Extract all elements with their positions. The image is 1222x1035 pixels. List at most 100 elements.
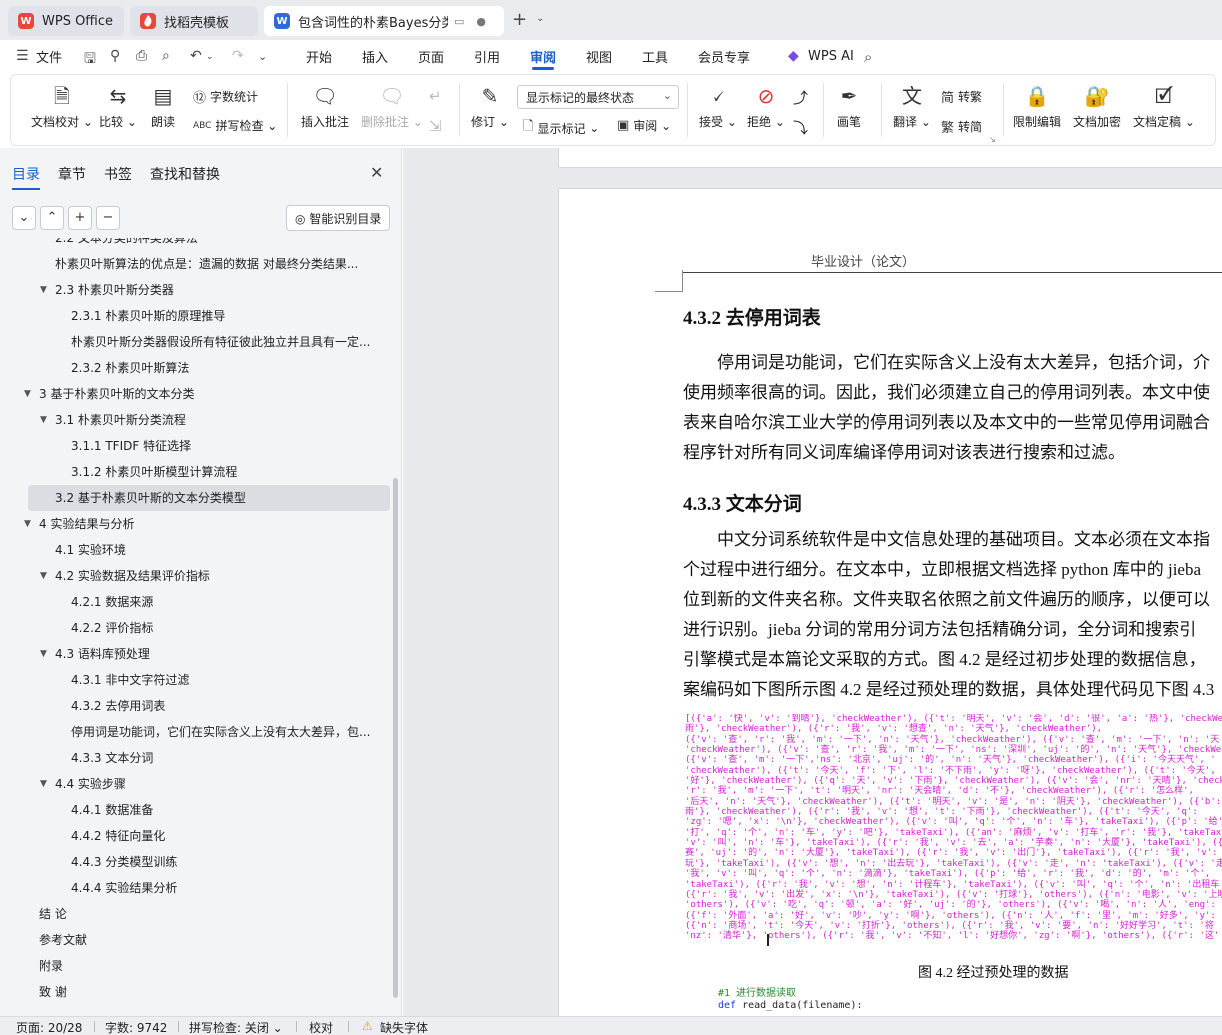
read-aloud-button[interactable]: ▤ 朗读 xyxy=(151,83,175,130)
toc-item[interactable]: 附录 xyxy=(0,953,392,979)
toc-item[interactable]: 朴素贝叶斯分类器假设所有特征彼此独立并且具有一定... xyxy=(0,329,392,355)
nav-tab-sections[interactable]: 章节 xyxy=(58,164,86,184)
toc-item[interactable]: 4.3.1 非中文字符过滤 xyxy=(0,667,392,693)
collapse-caret-icon[interactable]: ▼ xyxy=(40,277,47,303)
menu-review[interactable]: 审阅 xyxy=(530,40,556,72)
expand-corner-icon[interactable]: ↘ xyxy=(989,135,996,144)
add-heading-button[interactable]: + xyxy=(68,206,92,230)
tab-wps-office[interactable]: W WPS Office xyxy=(8,6,124,36)
toc-item[interactable]: 4.4.1 数据准备 xyxy=(0,797,392,823)
spell-check-button[interactable]: ABC 拼写检查 ⌄ xyxy=(193,117,277,134)
nav-tab-find-replace[interactable]: 查找和替换 xyxy=(150,164,220,184)
hamburger-menu-icon[interactable]: ☰ xyxy=(16,48,29,64)
toc-item[interactable]: 3.1.1 TFIDF 特征选择 xyxy=(0,433,392,459)
toc-item[interactable]: 结 论 xyxy=(0,901,392,927)
markup-state-dropdown[interactable]: 显示标记的最终状态 ⌄ xyxy=(517,85,679,109)
search-icon[interactable]: ⌕ xyxy=(864,48,872,66)
toc-item[interactable]: 2.3.1 朴素贝叶斯的原理推导 xyxy=(0,303,392,329)
collapse-caret-icon[interactable]: ▼ xyxy=(40,641,47,667)
review-pane-button[interactable]: ▣ 审阅 ⌄ xyxy=(617,117,671,134)
link-icon[interactable]: ⚲ xyxy=(110,48,120,64)
toc-item[interactable]: 2.3.2 朴素贝叶斯算法 xyxy=(0,355,392,381)
prev-comment-icon[interactable]: ↵ xyxy=(429,87,442,105)
document-canvas[interactable]: 毕业设计（论文） 4.3.2 去停用词表 停用词是功能词，它们在实际含义上没有太… xyxy=(403,148,1222,1016)
next-change-icon[interactable]: ⤵ xyxy=(793,117,808,138)
undo-dropdown-icon[interactable]: ⌄ xyxy=(206,52,214,62)
word-count-indicator[interactable]: 字数: 9742 xyxy=(105,1019,167,1035)
toc-item[interactable]: ▼ 4.4 实验步骤 xyxy=(0,771,392,797)
toc-scrollbar[interactable] xyxy=(393,478,398,998)
smart-toc-button[interactable]: ◎ 智能识别目录 xyxy=(286,205,390,231)
toc-item[interactable]: ▼ 3.1 朴素贝叶斯分类流程 xyxy=(0,407,392,433)
toc-item[interactable]: 4.1 实验环境 xyxy=(0,537,392,563)
next-comment-icon[interactable]: ⇲ xyxy=(429,117,442,135)
doc-check-button[interactable]: 🗎 文档校对 ⌄ xyxy=(31,83,93,130)
collapse-caret-icon[interactable]: ▼ xyxy=(24,511,31,537)
toc-item[interactable]: ▼ 4 实验结果与分析 xyxy=(0,511,392,537)
collapse-caret-icon[interactable]: ▼ xyxy=(40,771,47,797)
save-icon[interactable]: 🖫 xyxy=(84,48,96,72)
new-tab-plus-icon[interactable]: + xyxy=(512,9,527,30)
accept-button[interactable]: 🗸 接受 ⌄ xyxy=(699,83,737,130)
toc-item[interactable]: ▼ 4.2 实验数据及结果评价指标 xyxy=(0,563,392,589)
translate-button[interactable]: 文 翻译 ⌄ xyxy=(893,83,931,130)
to-simplified-button[interactable]: 繁转简 xyxy=(941,117,982,136)
proofread-indicator[interactable]: 校对 xyxy=(309,1019,333,1035)
finalize-button[interactable]: 🗹 文档定稿 ⌄ xyxy=(1133,83,1195,130)
prev-change-icon[interactable]: ⤴ xyxy=(793,87,808,108)
nav-tab-bookmarks[interactable]: 书签 xyxy=(104,164,132,184)
toc-item[interactable]: ▼ 2.3 朴素贝叶斯分类器 xyxy=(0,277,392,303)
menu-home[interactable]: 开始 xyxy=(306,40,332,72)
more-chevron-icon[interactable]: ⌄ xyxy=(258,50,267,63)
menu-references[interactable]: 引用 xyxy=(474,40,500,72)
window-icon[interactable]: ▭ xyxy=(454,15,464,28)
toc-item[interactable]: 参考文献 xyxy=(0,927,392,953)
toc-item[interactable]: 3.2 基于朴素贝叶斯的文本分类模型 xyxy=(28,485,390,511)
menu-view[interactable]: 视图 xyxy=(586,40,612,72)
collapse-caret-icon[interactable]: ▼ xyxy=(40,563,47,589)
spell-check-indicator[interactable]: 拼写检查: 关闭 ⌄ xyxy=(189,1019,283,1035)
print-preview-icon[interactable]: ⌕ xyxy=(162,48,170,64)
word-count-button[interactable]: ⑫ 字数统计 xyxy=(193,87,258,106)
missing-font-indicator[interactable]: 缺失字体 xyxy=(380,1019,428,1035)
toc-item[interactable]: 3.1.2 朴素贝叶斯模型计算流程 xyxy=(0,459,392,485)
to-traditional-button[interactable]: 简转繁 xyxy=(941,87,982,106)
toc-item[interactable]: 4.2.1 数据来源 xyxy=(0,589,392,615)
tab-dot-icon[interactable]: ● xyxy=(476,15,486,28)
toc-item[interactable]: 停用词是功能词，它们在实际含义上没有太大差异，包... xyxy=(0,719,392,745)
toc-item[interactable]: 4.3.2 去停用词表 xyxy=(0,693,392,719)
tab-docer-templates[interactable]: 找稻壳模板 xyxy=(130,6,258,36)
insert-comment-button[interactable]: 🗨 插入批注 xyxy=(301,83,349,130)
toc-item[interactable]: 4.2.2 评价指标 xyxy=(0,615,392,641)
pen-button[interactable]: ✒ 画笔 xyxy=(837,83,861,130)
print-icon[interactable]: ⎙ xyxy=(136,48,147,64)
encrypt-button[interactable]: 🔐 文档加密 xyxy=(1073,83,1121,130)
chevron-down-icon[interactable]: ⌄ xyxy=(536,13,544,24)
menu-file[interactable]: 文件 xyxy=(36,40,62,72)
restrict-edit-button[interactable]: 🔒 限制编辑 xyxy=(1013,83,1061,130)
page-indicator[interactable]: 页面: 20/28 xyxy=(16,1019,82,1035)
menu-wps-ai[interactable]: WPS AI xyxy=(808,40,854,72)
toc-item[interactable]: 4.4.2 特征向量化 xyxy=(0,823,392,849)
toc-item[interactable]: ▼ 3 基于朴素贝叶斯的文本分类 xyxy=(0,381,392,407)
remove-heading-button[interactable]: − xyxy=(96,206,120,230)
toc-item[interactable]: 朴素贝叶斯算法的优点是：遗漏的数据 对最终分类结果... xyxy=(0,251,392,277)
menu-page[interactable]: 页面 xyxy=(418,40,444,72)
show-markup-button[interactable]: 🗋 显示标记 ⌄ xyxy=(523,117,599,139)
redo-icon[interactable]: ↷ xyxy=(232,48,244,64)
compare-button[interactable]: ⇆ 比较 ⌄ xyxy=(99,83,137,130)
collapse-all-button[interactable]: ⌄ xyxy=(12,206,36,230)
menu-tools[interactable]: 工具 xyxy=(642,40,668,72)
nav-tab-toc[interactable]: 目录 xyxy=(12,164,40,190)
collapse-caret-icon[interactable]: ▼ xyxy=(24,381,31,407)
toc-item[interactable]: ▼ 4.3 语料库预处理 xyxy=(0,641,392,667)
expand-up-button[interactable]: ⌃ xyxy=(40,206,64,230)
toc-item[interactable]: 4.3.3 文本分词 xyxy=(0,745,392,771)
tab-current-document[interactable]: W 包含词性的朴素Bayes分类在 ▭ ● xyxy=(264,6,504,36)
toc-item[interactable]: 4.4.4 实验结果分析 xyxy=(0,875,392,901)
collapse-caret-icon[interactable]: ▼ xyxy=(40,407,47,433)
undo-icon[interactable]: ↶ xyxy=(190,48,202,64)
reject-button[interactable]: ⊘ 拒绝 ⌄ xyxy=(747,83,785,130)
menu-insert[interactable]: 插入 xyxy=(362,40,388,72)
menu-member[interactable]: 会员专享 xyxy=(698,40,750,72)
